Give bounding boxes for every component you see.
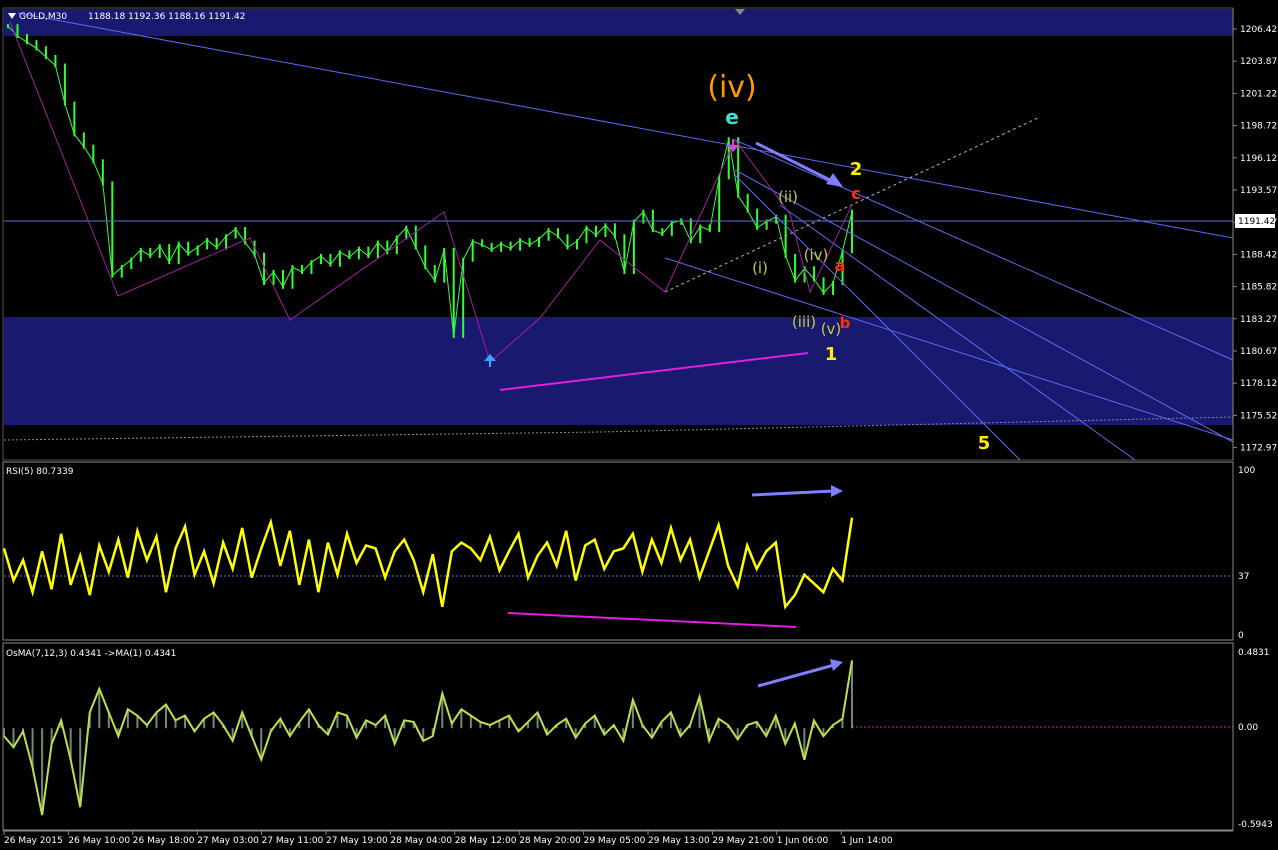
wave-label-iv-major: (iv) [707,70,757,105]
time-tick-label: 27 May 19:00 [326,836,388,846]
price-tick-label: 1180.67 [1240,347,1277,357]
wave-label-5: 5 [978,433,991,454]
time-tick-label: 28 May 20:00 [519,836,581,846]
price-tick-label: 1193.57 [1240,186,1277,196]
time-tick-label: 29 May 05:00 [584,836,646,846]
time-tick-label: 27 May 03:00 [197,836,259,846]
price-tick-label: 1185.82 [1240,283,1277,293]
time-tick-label: 26 May 18:00 [133,836,195,846]
wave-label-v: (v) [821,320,842,338]
time-tick-label: 29 May 21:00 [712,836,774,846]
osma-scale-zero: 0.00 [1238,723,1258,733]
wave-label-iv-minor: (iv) [804,246,829,264]
symbol-label: GOLD,M30 [19,12,67,22]
current-price-value: 1191.42 [1238,217,1275,227]
rsi-label: RSI(5) 80.7339 [6,467,74,477]
rsi-scale-mid: 37 [1238,572,1249,582]
price-tick-label: 1206.42 [1240,25,1277,35]
price-tick-label: 1183.27 [1240,315,1277,325]
time-tick-label: 1 Jun 06:00 [777,836,829,846]
wave-label-e: e [725,105,739,129]
price-tick-label: 1178.12 [1240,379,1277,389]
rsi-scale-top: 100 [1238,466,1255,476]
ohlc-readout: 1188.18 1192.36 1188.16 1191.42 [88,12,245,22]
rsi-scale-bottom: 0 [1238,631,1244,641]
price-tick-label: 1203.87 [1240,57,1277,67]
wave-label-a: a [835,256,846,275]
wave-label-i: (i) [752,259,768,277]
time-tick-label: 27 May 11:00 [262,836,324,846]
osma-scale-top: 0.4831 [1238,648,1270,658]
time-tick-label: 26 May 10:00 [68,836,130,846]
time-tick-label: 1 Jun 14:00 [841,836,893,846]
wave-label-ii: (ii) [778,188,798,206]
price-tick-label: 1198.72 [1240,122,1277,132]
support-zone [4,317,1233,425]
time-tick-label: 28 May 12:00 [455,836,517,846]
price-tick-label: 1172.97 [1240,444,1277,454]
wave-label-iii: (iii) [792,313,816,331]
chart-window: (iv) e 2 c (ii) (i) (iv) a (iii) (v) b 1… [0,0,1278,850]
price-tick-label: 1188.42 [1240,250,1277,260]
time-tick-label: 26 May 2015 [4,836,63,846]
osma-scale-bottom: -0.5943 [1238,820,1273,830]
price-tick-label: 1196.12 [1240,154,1277,164]
wave-label-2: 2 [850,159,863,180]
time-tick-label: 28 May 04:00 [390,836,452,846]
price-tick-label: 1201.22 [1240,89,1277,99]
osma-label: OsMA(7,12,3) 0.4341 ->MA(1) 0.4341 [6,649,176,659]
wave-label-b: b [840,314,851,332]
price-tick-label: 1175.52 [1240,411,1277,421]
wave-label-c: c [851,184,860,203]
wave-label-1: 1 [825,344,838,365]
time-tick-label: 29 May 13:00 [648,836,710,846]
